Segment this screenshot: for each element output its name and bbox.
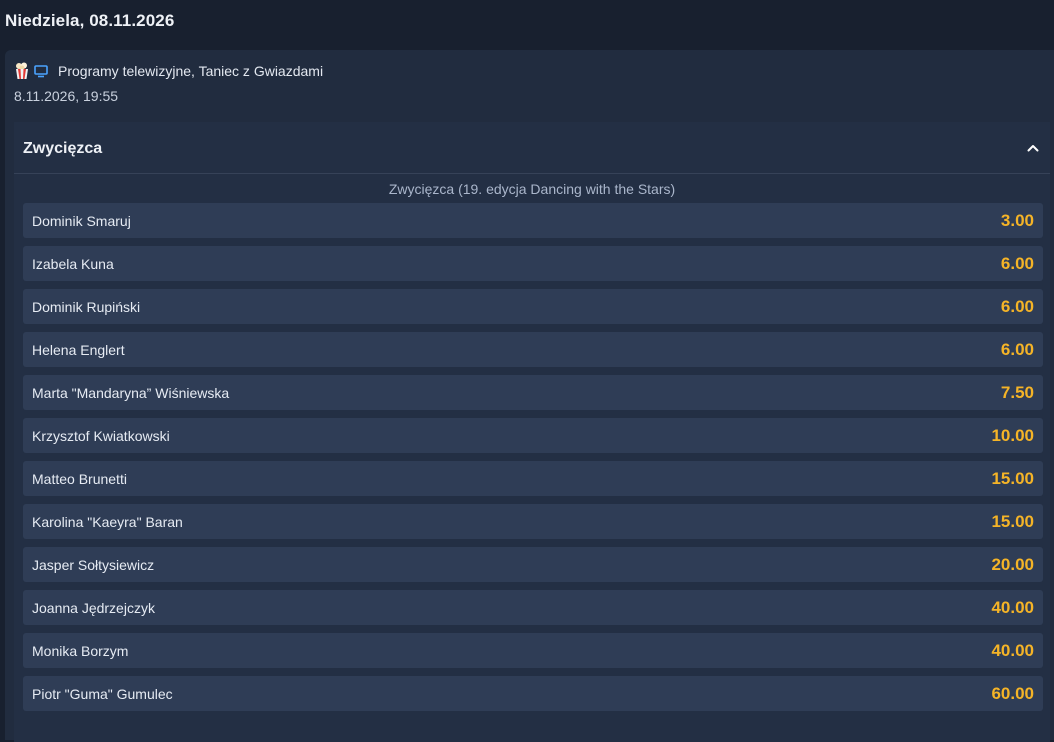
outcome-odds[interactable]: 6.00 <box>1001 254 1034 274</box>
outcome-row[interactable]: Krzysztof Kwiatkowski 10.00 <box>23 418 1043 453</box>
outcome-row[interactable]: Monika Borzym 40.00 <box>23 633 1043 668</box>
date-header: Niedziela, 08.11.2026 <box>5 11 175 30</box>
outcome-name: Helena Englert <box>32 342 125 358</box>
outcome-row[interactable]: Helena Englert 6.00 <box>23 332 1043 367</box>
outcome-name: Marta "Mandaryna” Wiśniewska <box>32 385 230 401</box>
outcome-odds[interactable]: 40.00 <box>991 641 1034 661</box>
chevron-up-icon[interactable] <box>1025 140 1041 156</box>
outcome-odds[interactable]: 10.00 <box>991 426 1034 446</box>
outcome-row[interactable]: Marta "Mandaryna” Wiśniewska 7.50 <box>23 375 1043 410</box>
outcome-odds[interactable]: 20.00 <box>991 555 1034 575</box>
outcome-list: Dominik Smaruj 3.00 Izabela Kuna 6.00 Do… <box>23 203 1043 719</box>
outcome-name: Dominik Smaruj <box>32 213 131 229</box>
outcome-odds[interactable]: 6.00 <box>1001 297 1034 317</box>
popcorn-icon <box>14 62 30 80</box>
event-card: Programy telewizyjne, Taniec z Gwiazdami… <box>5 50 1054 742</box>
market-header[interactable]: Zwycięzca <box>14 122 1050 174</box>
market-subtitle: Zwycięzca (19. edycja Dancing with the S… <box>388 181 676 197</box>
event-datetime: 8.11.2026, 19:55 <box>14 88 119 104</box>
outcome-row[interactable]: Matteo Brunetti 15.00 <box>23 461 1043 496</box>
outcome-name: Monika Borzym <box>32 643 129 659</box>
outcome-name: Joanna Jędrzejczyk <box>32 600 155 616</box>
outcome-row[interactable]: Piotr "Guma" Gumulec 60.00 <box>23 676 1043 711</box>
outcome-odds[interactable]: 15.00 <box>991 469 1034 489</box>
outcome-row[interactable]: Dominik Rupiński 6.00 <box>23 289 1043 324</box>
outcome-row[interactable]: Izabela Kuna 6.00 <box>23 246 1043 281</box>
outcome-name: Jasper Sołtysiewicz <box>32 557 155 573</box>
outcome-row[interactable]: Karolina "Kaeyra" Baran 15.00 <box>23 504 1043 539</box>
outcome-odds[interactable]: 60.00 <box>991 684 1034 704</box>
outcome-name: Piotr "Guma" Gumulec <box>32 686 173 702</box>
outcome-name: Matteo Brunetti <box>32 471 127 487</box>
outcome-name: Izabela Kuna <box>32 256 114 272</box>
outcome-name: Dominik Rupiński <box>32 299 141 315</box>
outcome-row[interactable]: Joanna Jędrzejczyk 40.00 <box>23 590 1043 625</box>
market-panel: Zwycięzca Zwycięzca (19. edycja Dancing … <box>14 122 1050 742</box>
outcome-row[interactable]: Dominik Smaruj 3.00 <box>23 203 1043 238</box>
outcome-name: Krzysztof Kwiatkowski <box>32 428 170 444</box>
outcome-odds[interactable]: 15.00 <box>991 512 1034 532</box>
market-title: Zwycięzca <box>23 140 103 157</box>
outcome-odds[interactable]: 3.00 <box>1001 211 1034 231</box>
outcome-odds[interactable]: 6.00 <box>1001 340 1034 360</box>
event-meta: Programy telewizyjne, Taniec z Gwiazdami <box>14 60 323 82</box>
outcome-odds[interactable]: 7.50 <box>1001 383 1034 403</box>
tv-icon <box>34 64 48 78</box>
outcome-odds[interactable]: 40.00 <box>991 598 1034 618</box>
outcome-name: Karolina "Kaeyra" Baran <box>32 514 183 530</box>
outcome-row[interactable]: Jasper Sołtysiewicz 20.00 <box>23 547 1043 582</box>
event-title[interactable]: Programy telewizyjne, Taniec z Gwiazdami <box>58 63 323 79</box>
